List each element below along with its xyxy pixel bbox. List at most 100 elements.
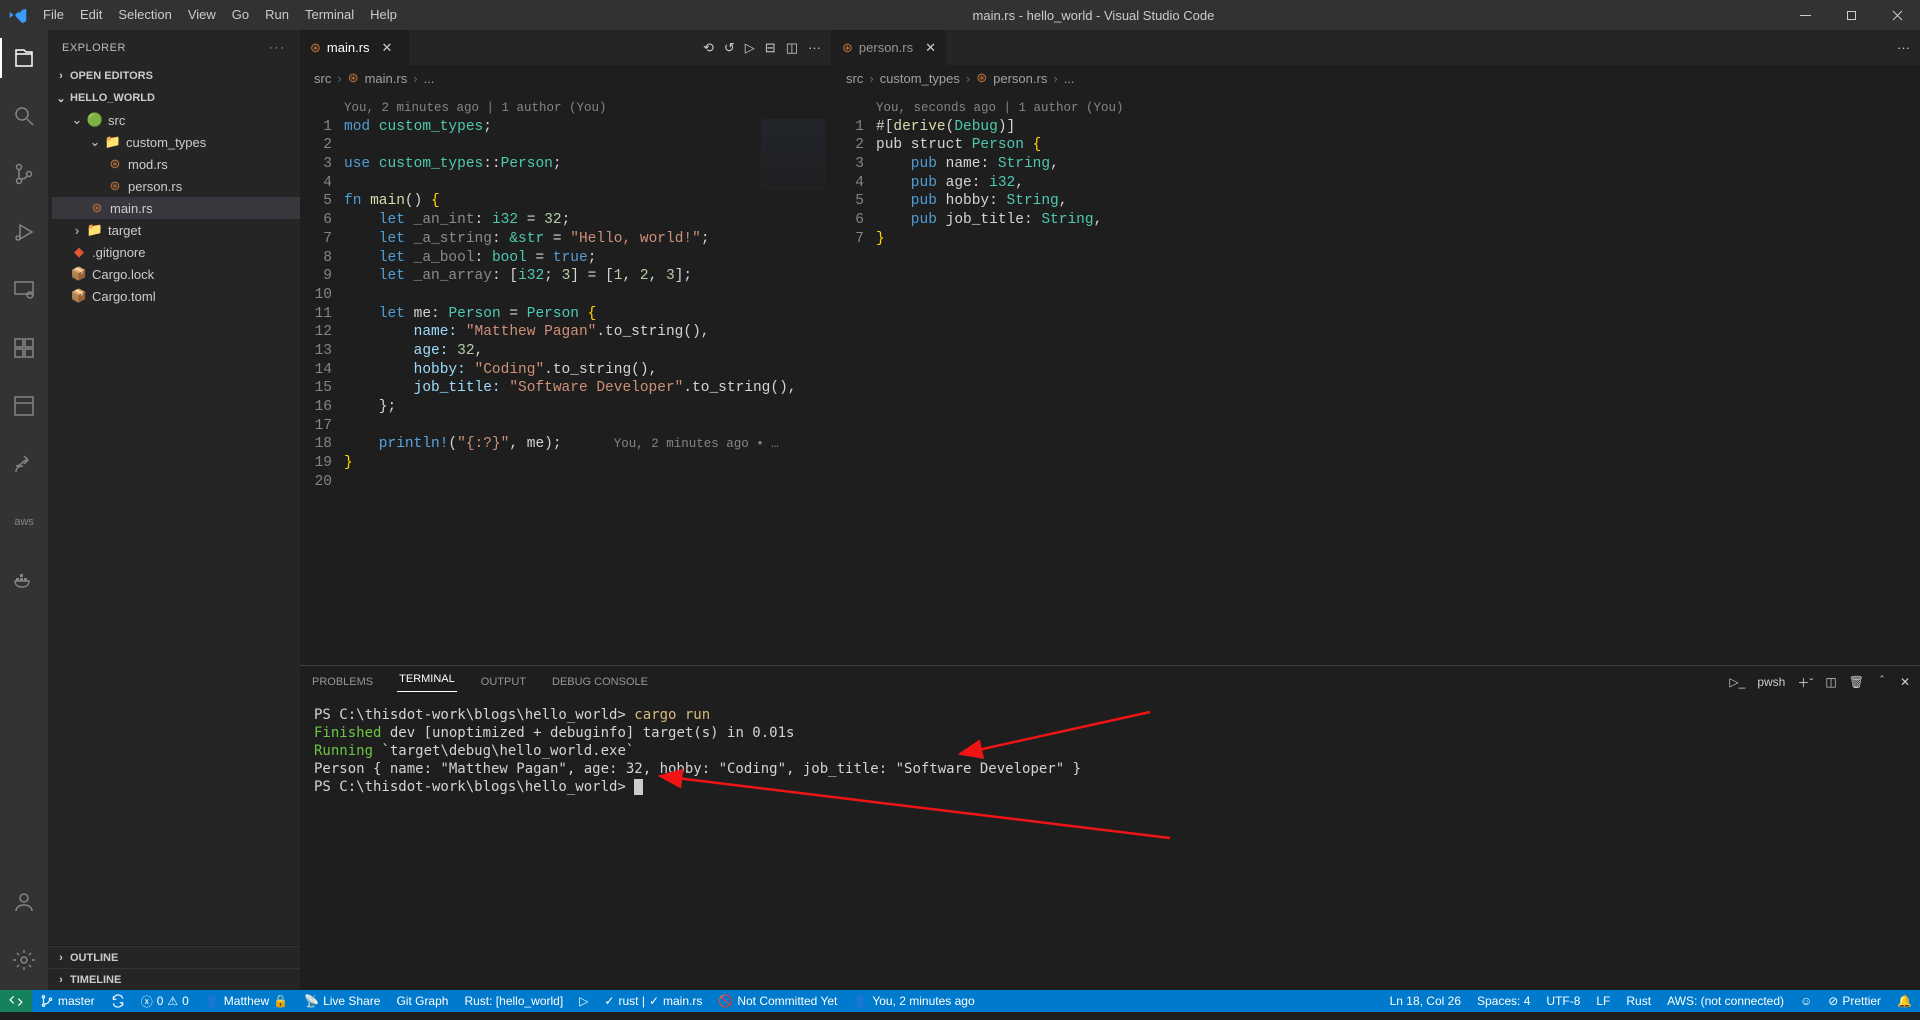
split-down-icon[interactable]: ⊟ [765, 40, 776, 56]
editor-left-content[interactable]: 1234567891011121314151617181920 You, 2 m… [300, 91, 831, 665]
timeline-section[interactable]: ›TIMELINE [48, 968, 300, 990]
vscode-logo-icon [0, 6, 35, 24]
liveshare-user[interactable]: 👤 Matthew 🔒 [197, 990, 296, 1012]
menu-go[interactable]: Go [224, 0, 257, 30]
debug-icon[interactable] [0, 212, 48, 252]
sidebar-title: EXPLORER [62, 42, 126, 54]
run-icon[interactable]: ▷ [745, 40, 755, 56]
cargo-icon: 📦 [70, 288, 88, 304]
window-close-button[interactable] [1874, 0, 1920, 30]
run-stepback-icon[interactable]: ↺ [724, 40, 735, 56]
breadcrumb-right[interactable]: src› custom_types› ⊛person.rs› ... [832, 65, 1920, 91]
menu-file[interactable]: File [35, 0, 72, 30]
folder-icon: 📁 [86, 222, 104, 238]
outline-section[interactable]: ›OUTLINE [48, 946, 300, 968]
file-gitignore[interactable]: ◆.gitignore [52, 241, 300, 263]
problems-counter[interactable]: ⓧ 0 ⚠ 0 [133, 990, 197, 1012]
terminal-kill-icon[interactable]: 🗑 [1849, 675, 1864, 689]
encoding[interactable]: UTF-8 [1538, 990, 1588, 1012]
menu-selection[interactable]: Selection [110, 0, 179, 30]
folder-src[interactable]: ⌄🟢src [52, 109, 300, 131]
menu-run[interactable]: Run [257, 0, 297, 30]
git-blame-author[interactable]: 👤 You, 2 minutes ago [845, 990, 982, 1012]
close-icon[interactable]: ✕ [925, 40, 936, 56]
file-main-rs[interactable]: ⊛main.rs [52, 197, 300, 219]
notifications-icon[interactable]: 🔔 [1889, 990, 1920, 1012]
tab-person-rs[interactable]: ⊛ person.rs ✕ [832, 30, 947, 65]
file-mod-rs[interactable]: ⊛mod.rs [52, 153, 300, 175]
remote-explorer-icon[interactable] [0, 270, 48, 310]
editor-group-right: ⊛ person.rs ✕ ··· src› custom_types› ⊛pe… [832, 30, 1920, 665]
panel-close-icon[interactable]: ✕ [1900, 675, 1910, 689]
liveshare-button[interactable]: 📡 Live Share [296, 990, 388, 1012]
file-person-rs[interactable]: ⊛person.rs [52, 175, 300, 197]
feedback-icon[interactable]: ☺ [1792, 990, 1820, 1012]
sync-button[interactable] [103, 990, 133, 1012]
terminal-output[interactable]: PS C:\thisdot-work\blogs\hello_world> ca… [300, 698, 1920, 990]
window-title: main.rs - hello_world - Visual Studio Co… [405, 8, 1782, 23]
terminal-shell-icon[interactable]: ▷_ [1729, 675, 1745, 689]
menu-help[interactable]: Help [362, 0, 405, 30]
folder-target[interactable]: ›📁target [52, 219, 300, 241]
panel-tab-output[interactable]: OUTPUT [479, 676, 528, 688]
extensions-icon[interactable] [0, 328, 48, 368]
projects-icon[interactable] [0, 386, 48, 426]
window-minimize-button[interactable] [1782, 0, 1828, 30]
panel-tab-terminal[interactable]: TERMINAL [397, 673, 457, 692]
minimap[interactable] [761, 119, 825, 189]
sidebar-more-icon[interactable]: ··· [269, 42, 286, 54]
rust-workspace[interactable]: Rust: [hello_world] [456, 990, 571, 1012]
window-controls [1782, 0, 1920, 30]
editor-area: ⊛ main.rs ✕ ⟲ ↺ ▷ ⊟ ◫ ··· src› ⊛m [300, 30, 1920, 990]
breadcrumb-left[interactable]: src› ⊛main.rs› ... [300, 65, 831, 91]
explorer-icon[interactable] [0, 38, 48, 78]
cursor-position[interactable]: Ln 18, Col 26 [1382, 990, 1469, 1012]
run-play-icon[interactable]: ▷ [571, 990, 596, 1012]
terminal-shell-label[interactable]: pwsh [1757, 675, 1785, 689]
terminal-split-icon[interactable]: ◫ [1825, 675, 1836, 689]
menu-view[interactable]: View [180, 0, 224, 30]
share-icon[interactable] [0, 444, 48, 484]
terminal-new-icon[interactable]: ＋ˇ [1797, 674, 1813, 691]
panel-maximize-icon[interactable]: ＾ [1876, 674, 1888, 691]
aws-icon[interactable]: aws [0, 502, 48, 542]
search-icon[interactable] [0, 96, 48, 136]
file-cargo-toml[interactable]: 📦Cargo.toml [52, 285, 300, 307]
editor-right-content[interactable]: 1234567 You, seconds ago | 1 author (You… [832, 91, 1920, 665]
close-icon[interactable]: ✕ [382, 40, 393, 56]
accounts-icon[interactable] [0, 882, 48, 922]
more-icon[interactable]: ··· [1897, 40, 1910, 55]
bottom-panel: PROBLEMS TERMINAL OUTPUT DEBUG CONSOLE ▷… [300, 665, 1920, 990]
git-branch[interactable]: master [32, 990, 103, 1012]
menu-terminal[interactable]: Terminal [297, 0, 362, 30]
eol[interactable]: LF [1588, 990, 1618, 1012]
window-maximize-button[interactable] [1828, 0, 1874, 30]
gutter: 1234567 [832, 91, 876, 665]
project-section[interactable]: ⌄HELLO_WORLD [48, 87, 300, 109]
file-cargo-lock[interactable]: 📦Cargo.lock [52, 263, 300, 285]
panel-tab-problems[interactable]: PROBLEMS [310, 676, 375, 688]
split-right-icon[interactable]: ◫ [786, 40, 798, 56]
prettier-status[interactable]: ⊘ Prettier [1820, 990, 1889, 1012]
docker-icon[interactable] [0, 560, 48, 600]
explorer-sidebar: EXPLORER ··· ›OPEN EDITORS ⌄HELLO_WORLD … [48, 30, 300, 990]
indentation[interactable]: Spaces: 4 [1469, 990, 1538, 1012]
git-graph-button[interactable]: Git Graph [388, 990, 456, 1012]
rust-analyzer-status[interactable]: ✓ rust | ✓ main.rs [596, 990, 710, 1012]
aws-status[interactable]: AWS: (not connected) [1659, 990, 1792, 1012]
folder-custom-types[interactable]: ⌄📁custom_types [52, 131, 300, 153]
run-back-icon[interactable]: ⟲ [703, 40, 714, 56]
menu-edit[interactable]: Edit [72, 0, 110, 30]
tab-main-rs[interactable]: ⊛ main.rs ✕ [300, 30, 410, 65]
git-blame-status[interactable]: 🚫 Not Committed Yet [710, 990, 845, 1012]
source-control-icon[interactable] [0, 154, 48, 194]
open-editors-section[interactable]: ›OPEN EDITORS [48, 65, 300, 87]
remote-indicator[interactable] [0, 990, 32, 1012]
panel-tab-debug-console[interactable]: DEBUG CONSOLE [550, 676, 650, 688]
activity-bar: aws [0, 30, 48, 990]
language-mode[interactable]: Rust [1618, 990, 1659, 1012]
rust-file-icon: ⊛ [310, 40, 321, 56]
more-icon[interactable]: ··· [808, 40, 821, 55]
settings-icon[interactable] [0, 940, 48, 980]
folder-icon: 📁 [104, 134, 122, 150]
